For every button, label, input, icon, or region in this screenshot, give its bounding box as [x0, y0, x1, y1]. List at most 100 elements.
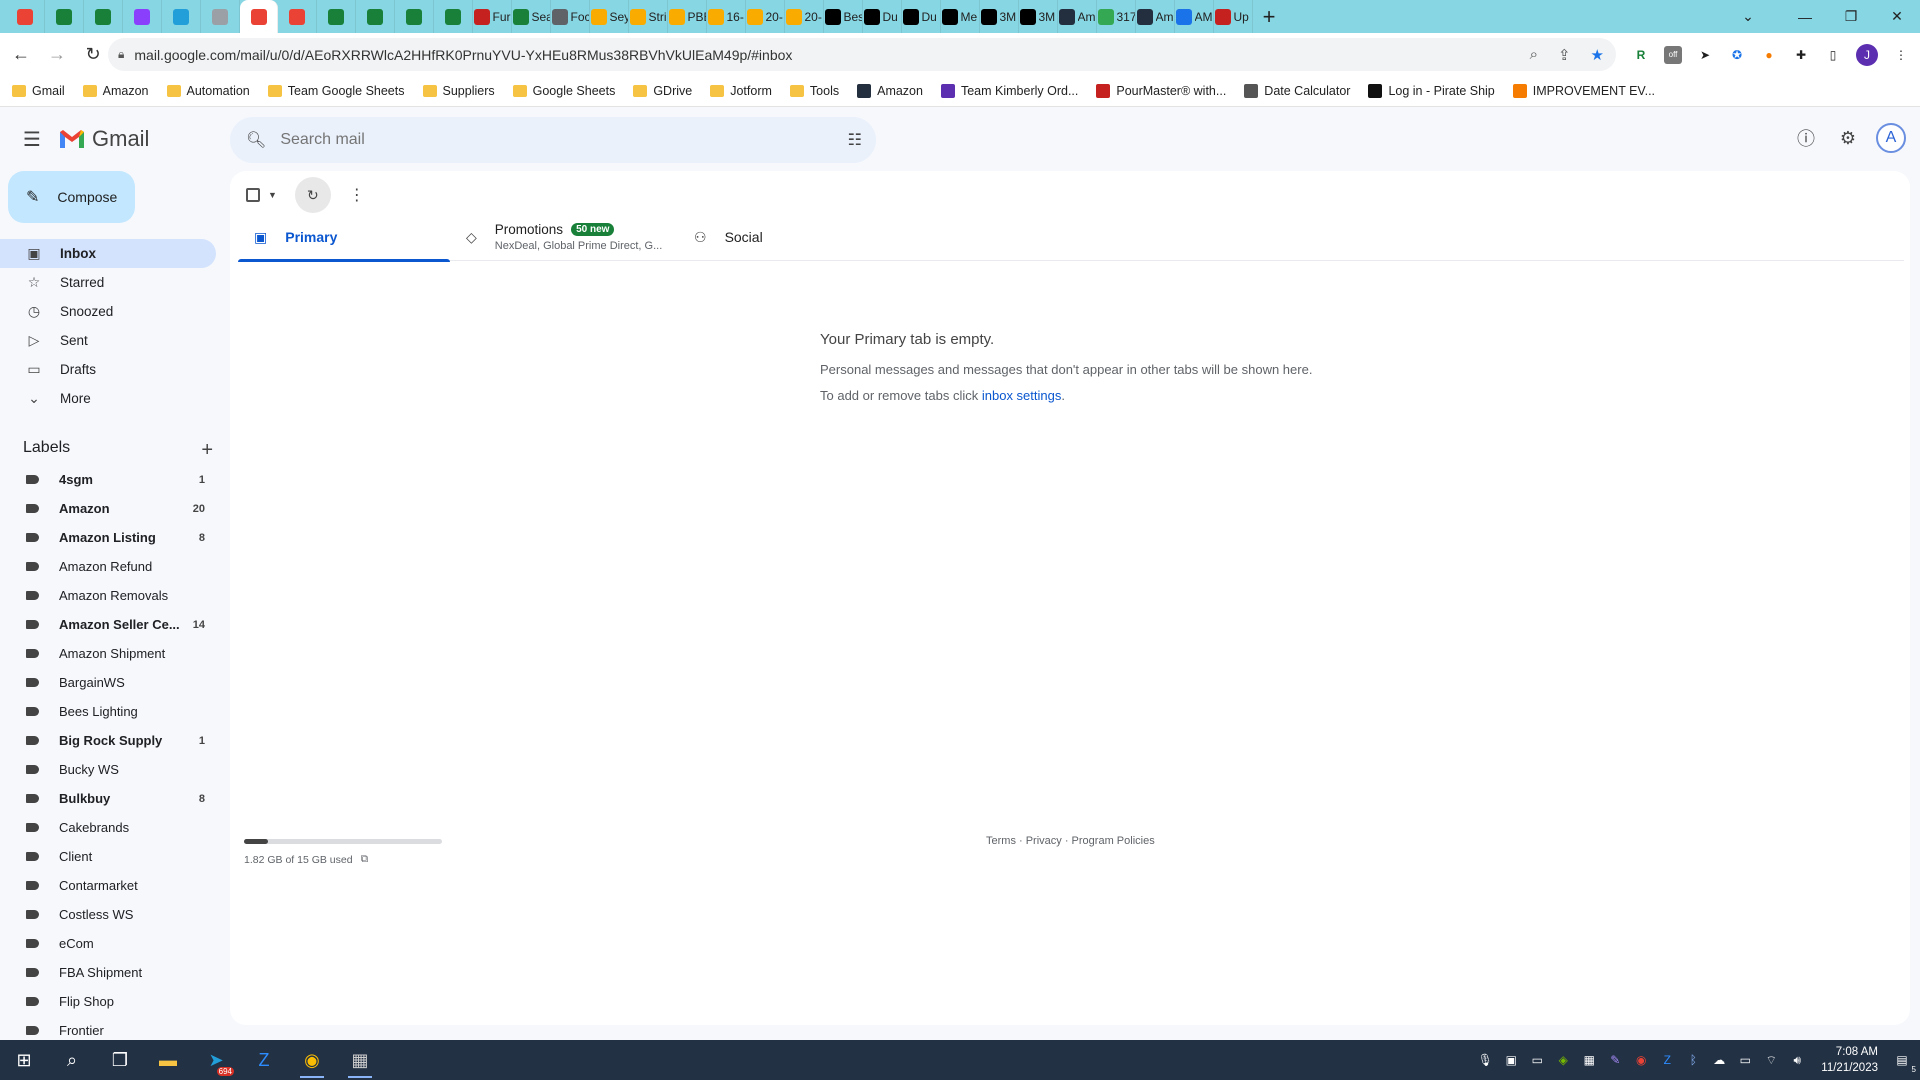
browser-tab[interactable]: Am — [1058, 0, 1097, 33]
bookmark-item[interactable]: Date Calculator — [1244, 84, 1350, 98]
search-options-icon[interactable]: ☷ — [848, 130, 862, 150]
battery-icon[interactable]: ▭ — [1737, 1052, 1753, 1068]
browser-tab[interactable] — [123, 0, 162, 33]
browser-tab[interactable]: 20- — [746, 0, 785, 33]
reload-button[interactable]: ↻ — [78, 40, 108, 70]
label-item[interactable]: Bucky WS — [0, 755, 216, 784]
tray-monitor-icon[interactable]: ▭ — [1529, 1052, 1545, 1068]
label-item[interactable]: Big Rock Supply 1 — [0, 726, 216, 755]
bookmark-item[interactable]: Automation — [166, 84, 250, 98]
browser-tab[interactable]: 3M — [1019, 0, 1058, 33]
tab-social[interactable]: ⚇ Social — [678, 213, 763, 261]
zoom-icon[interactable]: ⌕ — [1530, 46, 1538, 63]
nav-item-starred[interactable]: ☆ Starred — [0, 268, 216, 297]
browser-tab[interactable]: Du — [902, 0, 941, 33]
tray-app-icon[interactable]: ▣ — [1503, 1052, 1519, 1068]
browser-tab[interactable] — [162, 0, 201, 33]
bookmark-item[interactable]: Amazon — [82, 84, 149, 98]
nav-item-snoozed[interactable]: ◷ Snoozed — [0, 297, 216, 326]
label-item[interactable]: Flip Shop — [0, 987, 216, 1016]
zoom-app-icon[interactable]: Z — [240, 1040, 288, 1080]
browser-menu-icon[interactable]: ⋮ — [1892, 46, 1910, 64]
browser-tab[interactable]: Stri — [629, 0, 668, 33]
extension-rs-icon[interactable]: R — [1632, 46, 1650, 64]
side-panel-icon[interactable]: ▯ — [1824, 46, 1842, 64]
bookmark-item[interactable]: GDrive — [633, 84, 692, 98]
label-item[interactable]: Cakebrands — [0, 813, 216, 842]
browser-tab[interactable]: 3M — [980, 0, 1019, 33]
bookmark-item[interactable]: Amazon — [857, 84, 923, 98]
create-label-plus-icon[interactable]: + — [201, 439, 213, 462]
nav-item-drafts[interactable]: ▭ Drafts — [0, 355, 216, 384]
browser-tab[interactable]: AM — [1175, 0, 1214, 33]
browser-tab[interactable] — [45, 0, 84, 33]
minimize-button[interactable]: — — [1782, 0, 1828, 33]
browser-tab[interactable] — [278, 0, 317, 33]
label-item[interactable]: Amazon Shipment — [0, 639, 216, 668]
select-dropdown-icon[interactable]: ▼ — [268, 190, 277, 200]
browser-tab[interactable]: Sey — [590, 0, 629, 33]
tray-keyboard-icon[interactable]: ▦ — [1581, 1052, 1597, 1068]
volume-icon[interactable]: 🔊︎ — [1789, 1052, 1805, 1068]
restore-button[interactable]: ❐ — [1828, 0, 1874, 33]
label-item[interactable]: FBA Shipment — [0, 958, 216, 987]
notifications-icon[interactable]: ▤ 5 — [1894, 1052, 1916, 1074]
nvidia-icon[interactable]: ◈ — [1555, 1052, 1571, 1068]
share-icon[interactable]: ⇪ — [1558, 46, 1571, 64]
main-menu-icon[interactable]: ☰ — [20, 127, 44, 151]
browser-tab[interactable]: Bes — [824, 0, 863, 33]
label-item[interactable]: Client — [0, 842, 216, 871]
extension-off-icon[interactable]: off — [1664, 45, 1682, 64]
bookmark-item[interactable]: Team Google Sheets — [267, 84, 405, 98]
browser-tab[interactable] — [240, 0, 278, 33]
onedrive-icon[interactable]: ☁ — [1711, 1052, 1727, 1068]
forward-button[interactable]: → — [42, 40, 72, 70]
footer-links[interactable]: Terms · Privacy · Program Policies — [986, 835, 1155, 847]
label-item[interactable]: Amazon Removals — [0, 581, 216, 610]
open-storage-icon[interactable]: ⧉ — [361, 853, 369, 866]
bookmark-star-icon[interactable]: ★ — [1591, 46, 1604, 64]
browser-tab[interactable] — [6, 0, 45, 33]
more-actions-icon[interactable]: ⋮ — [349, 185, 365, 205]
tray-zoom-icon[interactable]: Z — [1659, 1052, 1675, 1068]
site-info-icon[interactable]: 🔒︎ — [118, 47, 124, 62]
windows-start-icon[interactable]: ⊞ — [0, 1040, 48, 1080]
task-view-icon[interactable]: ❐ — [96, 1040, 144, 1080]
tab-search-icon[interactable]: ⌄ — [1732, 0, 1764, 33]
browser-tab[interactable] — [395, 0, 434, 33]
chrome-app-icon[interactable]: ◉ — [288, 1040, 336, 1080]
taskbar-search-icon[interactable]: ⌕ — [48, 1040, 96, 1080]
browser-tab[interactable]: PBE — [668, 0, 707, 33]
browser-tab[interactable]: Du — [863, 0, 902, 33]
label-item[interactable]: BargainWS — [0, 668, 216, 697]
browser-tab[interactable] — [201, 0, 240, 33]
extension-cursor-icon[interactable]: ➤ — [1696, 46, 1714, 64]
extension-blue-icon[interactable]: ✪ — [1728, 46, 1746, 64]
bluetooth-icon[interactable]: ᛒ — [1685, 1052, 1701, 1068]
bookmark-item[interactable]: Team Kimberly Ord... — [940, 84, 1078, 98]
bookmark-item[interactable]: Jotform — [710, 84, 772, 98]
browser-tab[interactable] — [434, 0, 473, 33]
address-bar[interactable]: 🔒︎ mail.google.com/mail/u/0/d/AEoRXRRWlc… — [108, 38, 1616, 71]
label-item[interactable]: Amazon Listing 8 — [0, 523, 216, 552]
label-item[interactable]: Amazon Refund — [0, 552, 216, 581]
telegram-app-icon[interactable]: ➤ 694 — [192, 1040, 240, 1080]
bookmark-item[interactable]: Suppliers — [422, 84, 495, 98]
tray-pen-icon[interactable]: ✎ — [1607, 1052, 1623, 1068]
browser-tab[interactable]: Me — [941, 0, 980, 33]
label-item[interactable]: Bulkbuy 8 — [0, 784, 216, 813]
browser-tab[interactable]: Up — [1214, 0, 1253, 33]
label-item[interactable]: Bees Lighting — [0, 697, 216, 726]
browser-tab[interactable]: Fur — [473, 0, 512, 33]
label-item[interactable]: Amazon Seller Ce... 14 — [0, 610, 216, 639]
microphone-icon[interactable]: 🎙︎ — [1477, 1052, 1493, 1068]
extension-orange-icon[interactable]: ● — [1760, 46, 1778, 64]
browser-tab[interactable]: 16- — [707, 0, 746, 33]
label-item[interactable]: 4sgm 1 — [0, 465, 216, 494]
compose-button[interactable]: ✎ Compose — [8, 171, 135, 223]
file-explorer-icon[interactable]: ▬ — [144, 1040, 192, 1080]
browser-profile-avatar[interactable]: J — [1856, 43, 1878, 66]
gmail-logo[interactable]: Gmail — [58, 126, 149, 152]
settings-gear-icon[interactable]: ⚙ — [1834, 124, 1862, 152]
label-item[interactable]: eCom — [0, 929, 216, 958]
